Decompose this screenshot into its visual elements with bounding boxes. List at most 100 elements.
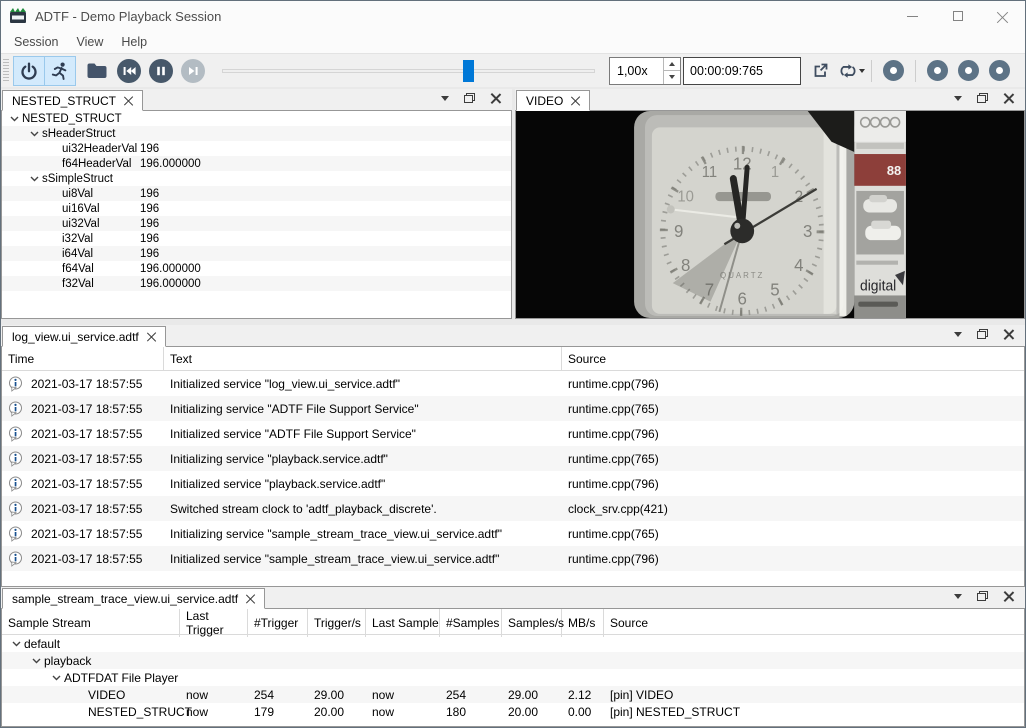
column-header-mb-s[interactable]: MB/s bbox=[562, 609, 604, 637]
loop-dropdown-icon[interactable] bbox=[859, 69, 865, 73]
column-header-time[interactable]: Time bbox=[2, 347, 164, 370]
column-header-sample-stream[interactable]: Sample Stream bbox=[2, 609, 180, 637]
column-header-source[interactable]: Source bbox=[562, 347, 1024, 370]
tab-close-icon[interactable] bbox=[246, 594, 255, 603]
panel-float-icon[interactable] bbox=[977, 591, 988, 601]
log-row[interactable]: 2021-03-17 18:57:55 Initialized service … bbox=[2, 371, 1024, 396]
trace-row[interactable]: default bbox=[2, 635, 1024, 652]
panel-menu-icon[interactable] bbox=[441, 96, 449, 101]
panel-menu-icon[interactable] bbox=[954, 332, 962, 337]
tree-row[interactable]: f64Val196.000000 bbox=[2, 261, 511, 276]
log-row[interactable]: 2021-03-17 18:57:55 Initializing service… bbox=[2, 396, 1024, 421]
panel-menu-icon[interactable] bbox=[954, 594, 962, 599]
trace-row[interactable]: playback bbox=[2, 652, 1024, 669]
trace-tabbar: sample_stream_trace_view.ui_service.adtf bbox=[1, 587, 1025, 609]
skip-to-end-icon bbox=[180, 58, 206, 84]
close-button[interactable] bbox=[980, 1, 1025, 31]
session-run-button[interactable] bbox=[44, 56, 76, 86]
video-clock-image: 12 1 2 3 4 5 6 7 8 9 10 11 QUA bbox=[516, 111, 1024, 318]
column-header-num-trigger[interactable]: #Trigger bbox=[248, 609, 308, 637]
tab-close-icon[interactable] bbox=[571, 96, 580, 105]
speed-value[interactable]: 1,00x bbox=[610, 58, 663, 84]
panel-close-icon[interactable] bbox=[1003, 93, 1013, 103]
marker-button-3[interactable] bbox=[958, 60, 979, 81]
minimize-button[interactable] bbox=[890, 1, 935, 31]
info-icon bbox=[8, 526, 23, 542]
tree-row[interactable]: sSimpleStruct bbox=[2, 171, 511, 186]
panel-close-icon[interactable] bbox=[1003, 329, 1013, 339]
marker-button-4[interactable] bbox=[989, 60, 1010, 81]
tree-row[interactable]: f32Val196.000000 bbox=[2, 276, 511, 291]
tree-row[interactable]: sHeaderStruct bbox=[2, 126, 511, 141]
panel-float-icon[interactable] bbox=[977, 93, 988, 103]
info-icon bbox=[8, 476, 23, 492]
info-icon bbox=[8, 451, 23, 467]
tab-close-icon[interactable] bbox=[124, 96, 133, 105]
toolbar-grip[interactable] bbox=[3, 59, 9, 83]
chevron-down-icon[interactable] bbox=[26, 176, 42, 182]
column-header-last-trigger[interactable]: Last Trigger bbox=[180, 609, 248, 637]
chevron-down-icon[interactable] bbox=[26, 131, 42, 137]
tab-log-view[interactable]: log_view.ui_service.adtf bbox=[2, 326, 166, 347]
panel-close-icon[interactable] bbox=[490, 93, 500, 103]
playback-speed-spinbox[interactable]: 1,00x bbox=[609, 57, 681, 85]
tab-label: sample_stream_trace_view.ui_service.adtf bbox=[12, 592, 238, 606]
video-panel: VIDEO bbox=[515, 89, 1025, 319]
trace-row[interactable]: ADTFDAT File Player bbox=[2, 669, 1024, 686]
menu-view[interactable]: View bbox=[67, 33, 112, 51]
tree-row[interactable]: f64HeaderVal196.000000 bbox=[2, 156, 511, 171]
slider-groove[interactable] bbox=[222, 69, 595, 73]
panel-close-icon[interactable] bbox=[1003, 591, 1013, 601]
marker-button-2[interactable] bbox=[927, 60, 948, 81]
column-header-sample-rate[interactable]: Samples/s bbox=[502, 609, 562, 637]
log-row[interactable]: 2021-03-17 18:57:55 Initialized service … bbox=[2, 421, 1024, 446]
chevron-down-icon[interactable] bbox=[48, 675, 64, 681]
tab-video[interactable]: VIDEO bbox=[516, 90, 590, 111]
repeat-icon bbox=[839, 62, 857, 80]
marker-button-1[interactable] bbox=[883, 60, 904, 81]
tree-row[interactable]: NESTED_STRUCT bbox=[2, 111, 511, 126]
loop-mode-button[interactable] bbox=[839, 57, 865, 85]
chevron-down-icon[interactable] bbox=[8, 641, 24, 647]
tab-nested-struct[interactable]: NESTED_STRUCT bbox=[2, 90, 143, 111]
log-row[interactable]: 2021-03-17 18:57:55 Initialized service … bbox=[2, 546, 1024, 571]
tree-row[interactable]: i32Val196 bbox=[2, 231, 511, 246]
speed-decrease-button[interactable] bbox=[664, 71, 680, 84]
tree-row[interactable]: ui32HeaderVal196 bbox=[2, 141, 511, 156]
chevron-down-icon[interactable] bbox=[6, 116, 22, 122]
panel-float-icon[interactable] bbox=[977, 329, 988, 339]
step-forward-button[interactable] bbox=[178, 56, 208, 86]
tree-row[interactable]: ui8Val196 bbox=[2, 186, 511, 201]
log-row[interactable]: 2021-03-17 18:57:55 Initialized service … bbox=[2, 471, 1024, 496]
column-header-last-sample[interactable]: Last Sample bbox=[366, 609, 440, 637]
session-power-button[interactable] bbox=[13, 56, 45, 86]
menu-help[interactable]: Help bbox=[112, 33, 156, 51]
column-header-num-samples[interactable]: #Samples bbox=[440, 609, 502, 637]
column-header-source[interactable]: Source bbox=[604, 609, 1024, 637]
trace-row[interactable]: VIDEO now 254 29.00 now 254 29.00 2.12 [… bbox=[2, 686, 1024, 703]
speed-increase-button[interactable] bbox=[664, 58, 680, 72]
chevron-down-icon[interactable] bbox=[28, 658, 44, 664]
tree-row[interactable]: ui32Val196 bbox=[2, 216, 511, 231]
panel-float-icon[interactable] bbox=[464, 93, 475, 103]
column-header-text[interactable]: Text bbox=[164, 347, 562, 370]
maximize-button[interactable] bbox=[935, 1, 980, 31]
tab-trace-view[interactable]: sample_stream_trace_view.ui_service.adtf bbox=[2, 588, 265, 609]
slider-handle[interactable] bbox=[463, 60, 474, 82]
open-file-button[interactable] bbox=[82, 56, 112, 86]
export-button[interactable] bbox=[807, 57, 833, 85]
tab-close-icon[interactable] bbox=[147, 332, 156, 341]
skip-to-start-button[interactable] bbox=[114, 56, 144, 86]
log-row[interactable]: 2021-03-17 18:57:55 Initializing service… bbox=[2, 521, 1024, 546]
playback-time-field[interactable]: 00:00:09:765 bbox=[683, 57, 801, 85]
tree-row[interactable]: i64Val196 bbox=[2, 246, 511, 261]
menu-session[interactable]: Session bbox=[5, 33, 67, 51]
tree-row[interactable]: ui16Val196 bbox=[2, 201, 511, 216]
log-row[interactable]: 2021-03-17 18:57:55 Initializing service… bbox=[2, 446, 1024, 471]
playback-position-slider[interactable] bbox=[222, 59, 595, 83]
pause-button[interactable] bbox=[146, 56, 176, 86]
log-row[interactable]: 2021-03-17 18:57:55 Switched stream cloc… bbox=[2, 496, 1024, 521]
trace-row[interactable]: NESTED_STRUCT now 179 20.00 now 180 20.0… bbox=[2, 703, 1024, 720]
panel-menu-icon[interactable] bbox=[954, 96, 962, 101]
column-header-trigger-rate[interactable]: Trigger/s bbox=[308, 609, 366, 637]
